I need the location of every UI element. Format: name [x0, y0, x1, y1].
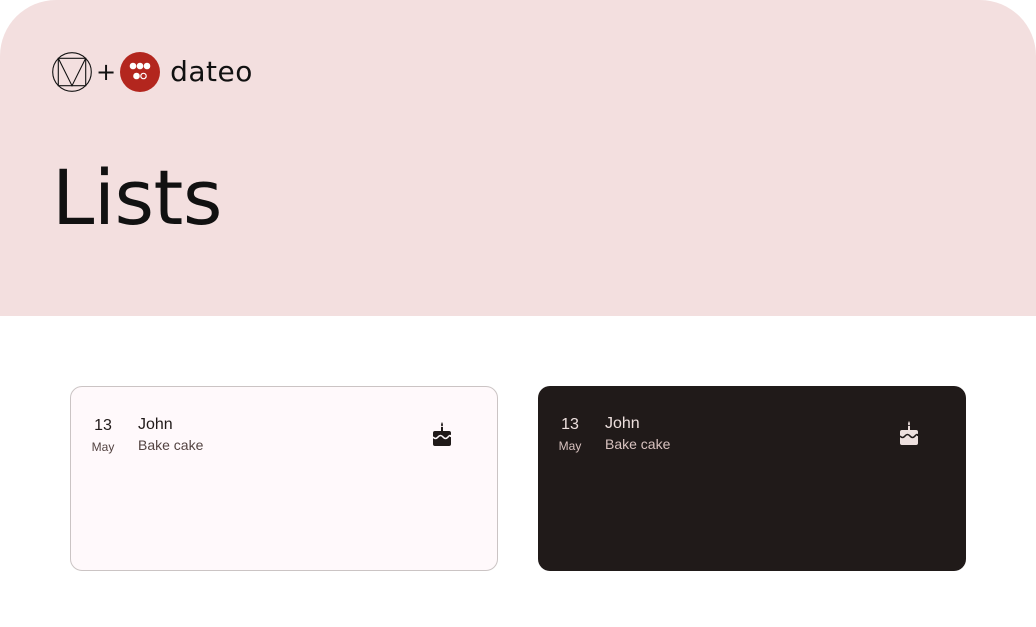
date-block: 13 May [91, 417, 115, 454]
list-item-card-dark[interactable]: 13 May John Bake cake [538, 386, 966, 571]
page-title: Lists [52, 153, 222, 242]
dateo-wordmark: dateo [170, 55, 253, 88]
cake-icon [432, 422, 452, 446]
list-item-subtitle: Bake cake [605, 436, 671, 452]
dateo-logo-icon [120, 52, 161, 92]
date-day: 13 [561, 416, 579, 433]
plus-sign: + [96, 58, 117, 86]
date-month: May [558, 439, 582, 453]
date-block: 13 May [558, 416, 582, 453]
material-logo-icon [52, 52, 92, 92]
brand-lockup: + dateo [52, 52, 253, 92]
date-month: May [91, 440, 115, 454]
list-item-subtitle: Bake cake [138, 437, 204, 453]
cake-icon [899, 421, 919, 445]
list-item-title: John [605, 415, 640, 432]
date-day: 13 [94, 417, 112, 434]
list-item-card-light[interactable]: 13 May John Bake cake [70, 386, 498, 571]
header-banner: + dateo Lists [0, 0, 1036, 316]
list-item-title: John [138, 416, 173, 433]
